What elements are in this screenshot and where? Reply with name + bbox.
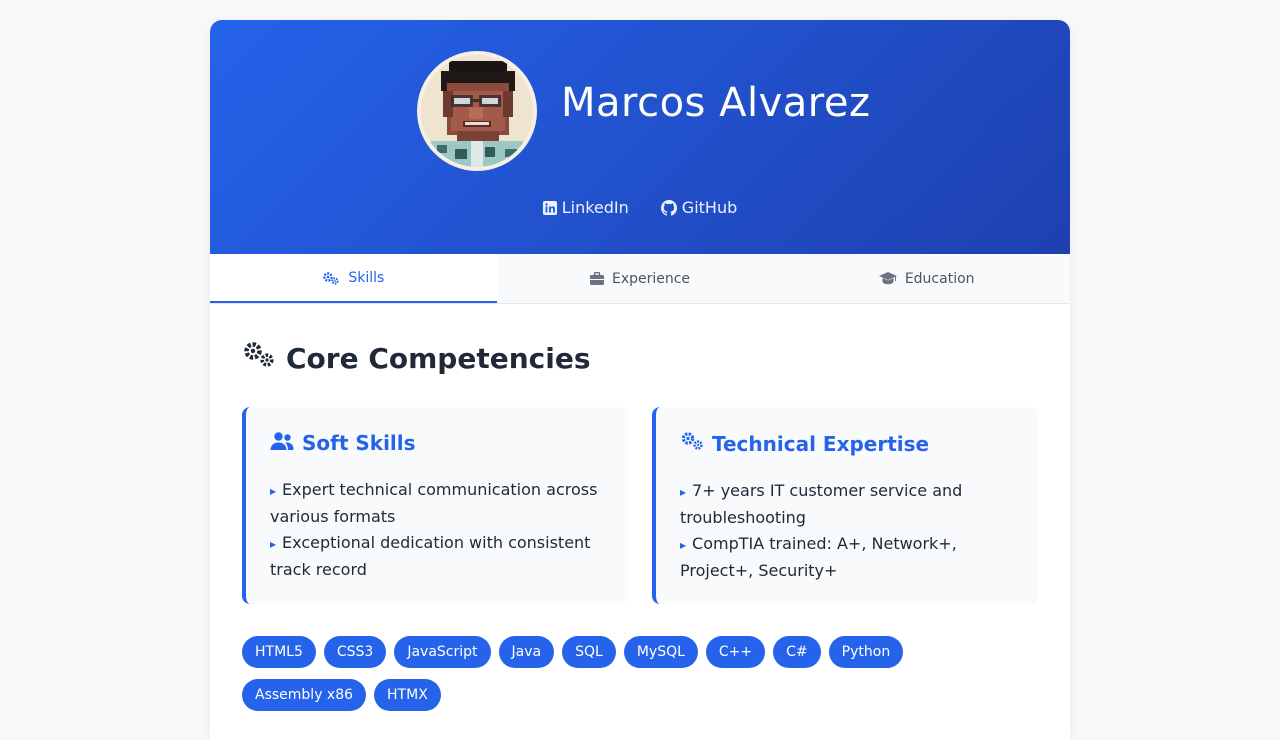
- skill-tag[interactable]: MySQL: [623, 636, 698, 668]
- github-link[interactable]: GitHub: [660, 198, 738, 217]
- cogs-icon: [680, 431, 704, 456]
- bullet-marker: ▸: [270, 537, 277, 551]
- skills-content: Core Competencies Soft Skills ▸ Expert t…: [210, 304, 1070, 711]
- skill-tags: HTML5 CSS3 JavaScript Java SQL MySQL C++…: [242, 636, 1032, 711]
- skill-tag[interactable]: HTMX: [374, 679, 441, 711]
- panel-heading: Technical Expertise: [680, 431, 1014, 456]
- skill-tag[interactable]: C++: [705, 636, 766, 668]
- section-title: Core Competencies: [286, 342, 591, 375]
- tab-skills[interactable]: Skills: [210, 254, 497, 303]
- list-item: ▸ Expert technical communication across v…: [270, 477, 604, 530]
- graduation-cap-icon: [878, 272, 897, 285]
- soft-skills-list: ▸ Expert technical communication across v…: [270, 477, 604, 583]
- list-item: ▸ 7+ years IT customer service and troubl…: [680, 478, 1014, 531]
- profile-header: Marcos Alvarez LinkedIn GitHub: [210, 20, 1070, 254]
- skill-tag[interactable]: Python: [828, 636, 904, 668]
- profile-links: LinkedIn GitHub: [210, 198, 1070, 217]
- tab-experience-label: Experience: [611, 270, 691, 287]
- tab-education-label: Education: [904, 270, 975, 287]
- technical-expertise-list: ▸ 7+ years IT customer service and troubl…: [680, 478, 1014, 584]
- bullet-marker: ▸: [270, 484, 277, 498]
- list-item-text: 7+ years IT customer service and trouble…: [680, 481, 963, 527]
- panel-heading: Soft Skills: [270, 431, 604, 455]
- skill-tag[interactable]: CSS3: [323, 636, 387, 668]
- soft-skills-panel: Soft Skills ▸ Expert technical communicat…: [242, 407, 628, 604]
- section-heading: Core Competencies: [242, 340, 1038, 377]
- cogs-icon: [322, 271, 340, 285]
- linkedin-label: LinkedIn: [561, 198, 629, 217]
- cogs-icon: [242, 340, 276, 377]
- briefcase-icon: [589, 272, 604, 285]
- list-item: ▸ Exceptional dedication with consistent …: [270, 530, 604, 583]
- skill-tag[interactable]: SQL: [562, 636, 616, 668]
- github-icon: [660, 199, 677, 216]
- resume-card: Marcos Alvarez LinkedIn GitHub Skills Ex…: [210, 20, 1070, 740]
- users-icon: [270, 431, 294, 455]
- avatar: [417, 51, 537, 171]
- bullet-marker: ▸: [680, 485, 687, 499]
- list-item-text: Expert technical communication across va…: [270, 480, 598, 526]
- profile-name: Marcos Alvarez: [561, 80, 871, 126]
- linkedin-link[interactable]: LinkedIn: [542, 198, 629, 217]
- tab-bar: Skills Experience Education: [210, 254, 1070, 304]
- skill-tag[interactable]: Assembly x86: [242, 679, 367, 711]
- tab-skills-label: Skills: [348, 269, 385, 286]
- tab-education[interactable]: Education: [783, 254, 1070, 303]
- panel-title: Soft Skills: [302, 431, 416, 455]
- github-label: GitHub: [681, 198, 738, 217]
- skill-tag[interactable]: C#: [773, 636, 821, 668]
- bullet-marker: ▸: [680, 538, 687, 552]
- technical-expertise-panel: Technical Expertise ▸ 7+ years IT custome…: [652, 407, 1038, 604]
- list-item-text: Exceptional dedication with consistent t…: [270, 533, 591, 579]
- skill-tag[interactable]: JavaScript: [394, 636, 491, 668]
- list-item: ▸ CompTIA trained: A+, Network+, Project+…: [680, 531, 1014, 584]
- list-item-text: CompTIA trained: A+, Network+, Project+,…: [680, 534, 957, 580]
- tab-experience[interactable]: Experience: [497, 254, 784, 303]
- skill-tag[interactable]: HTML5: [242, 636, 316, 668]
- linkedin-icon: [542, 200, 557, 215]
- competency-panels: Soft Skills ▸ Expert technical communicat…: [242, 407, 1038, 604]
- panel-title: Technical Expertise: [712, 431, 930, 456]
- skill-tag[interactable]: Java: [498, 636, 555, 668]
